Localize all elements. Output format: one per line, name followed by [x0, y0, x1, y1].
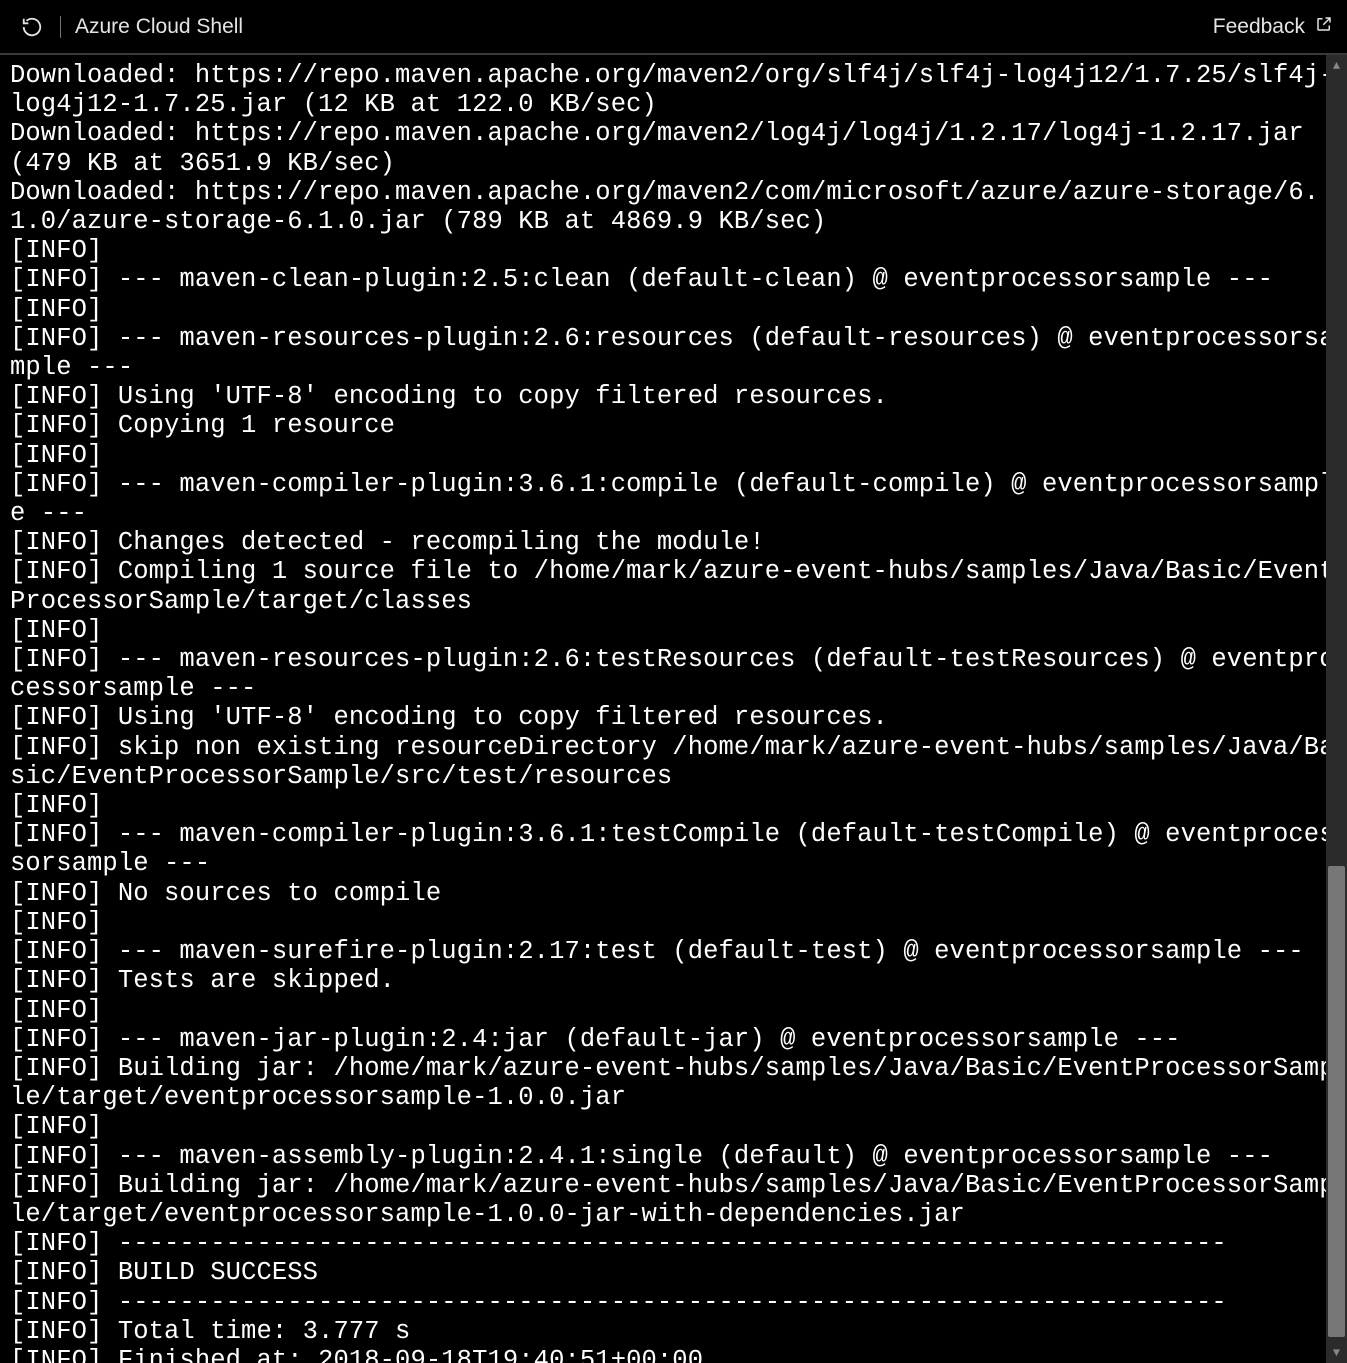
terminal-line: [INFO] — [10, 908, 1347, 937]
scroll-down-arrow-icon[interactable]: ▼ — [1326, 1342, 1347, 1363]
terminal-line: [INFO] — [10, 295, 1347, 324]
terminal-line: [INFO] Building jar: /home/mark/azure-ev… — [10, 1171, 1347, 1229]
terminal-line: [INFO] No sources to compile — [10, 879, 1347, 908]
terminal-line: [INFO] --- maven-assembly-plugin:2.4.1:s… — [10, 1142, 1347, 1171]
terminal-line: [INFO] Copying 1 resource — [10, 411, 1347, 440]
terminal-line: [INFO] — [10, 616, 1347, 645]
external-link-icon — [1315, 15, 1333, 39]
terminal-line: Downloaded: https://repo.maven.apache.or… — [10, 61, 1347, 119]
terminal-line: [INFO] ---------------------------------… — [10, 1288, 1347, 1317]
terminal-line: [INFO] --- maven-compiler-plugin:3.6.1:t… — [10, 820, 1347, 878]
feedback-label: Feedback — [1213, 15, 1305, 39]
terminal-line: [INFO] — [10, 441, 1347, 470]
terminal-line: [INFO] Total time: 3.777 s — [10, 1317, 1347, 1346]
titlebar: Azure Cloud Shell Feedback — [0, 0, 1347, 55]
terminal-line: [INFO] Using 'UTF-8' encoding to copy fi… — [10, 382, 1347, 411]
terminal-line: [INFO] — [10, 236, 1347, 265]
restart-icon[interactable] — [18, 13, 46, 41]
terminal-line: [INFO] ---------------------------------… — [10, 1229, 1347, 1258]
titlebar-separator — [60, 16, 61, 38]
terminal-line: [INFO] — [10, 791, 1347, 820]
terminal-line: [INFO] --- maven-clean-plugin:2.5:clean … — [10, 265, 1347, 294]
feedback-link[interactable]: Feedback — [1213, 15, 1333, 39]
terminal-line: [INFO] skip non existing resourceDirecto… — [10, 733, 1347, 791]
terminal-line: [INFO] --- maven-surefire-plugin:2.17:te… — [10, 937, 1347, 966]
terminal-line: [INFO] Building jar: /home/mark/azure-ev… — [10, 1054, 1347, 1112]
terminal-area[interactable]: Downloaded: https://repo.maven.apache.or… — [0, 55, 1347, 1363]
terminal-line: [INFO] BUILD SUCCESS — [10, 1258, 1347, 1287]
terminal-line: [INFO] — [10, 1112, 1347, 1141]
terminal-line: [INFO] Using 'UTF-8' encoding to copy fi… — [10, 703, 1347, 732]
terminal-line: [INFO] Tests are skipped. — [10, 966, 1347, 995]
scroll-up-arrow-icon[interactable]: ▲ — [1326, 55, 1347, 76]
terminal-line: [INFO] --- maven-resources-plugin:2.6:re… — [10, 324, 1347, 382]
terminal-line: [INFO] — [10, 996, 1347, 1025]
terminal-line: Downloaded: https://repo.maven.apache.or… — [10, 119, 1347, 177]
terminal-line: Downloaded: https://repo.maven.apache.or… — [10, 178, 1347, 236]
terminal-line: [INFO] --- maven-jar-plugin:2.4:jar (def… — [10, 1025, 1347, 1054]
scrollbar[interactable]: ▲ ▼ — [1326, 55, 1347, 1363]
terminal-line: [INFO] Changes detected - recompiling th… — [10, 528, 1347, 557]
terminal-output[interactable]: Downloaded: https://repo.maven.apache.or… — [0, 55, 1347, 1363]
scrollbar-thumb[interactable] — [1328, 866, 1345, 1337]
terminal-line: [INFO] --- maven-compiler-plugin:3.6.1:c… — [10, 470, 1347, 528]
app-title: Azure Cloud Shell — [75, 15, 243, 39]
terminal-line: [INFO] Finished at: 2018-09-18T19:40:51+… — [10, 1346, 1347, 1363]
terminal-line: [INFO] Compiling 1 source file to /home/… — [10, 557, 1347, 615]
terminal-line: [INFO] --- maven-resources-plugin:2.6:te… — [10, 645, 1347, 703]
